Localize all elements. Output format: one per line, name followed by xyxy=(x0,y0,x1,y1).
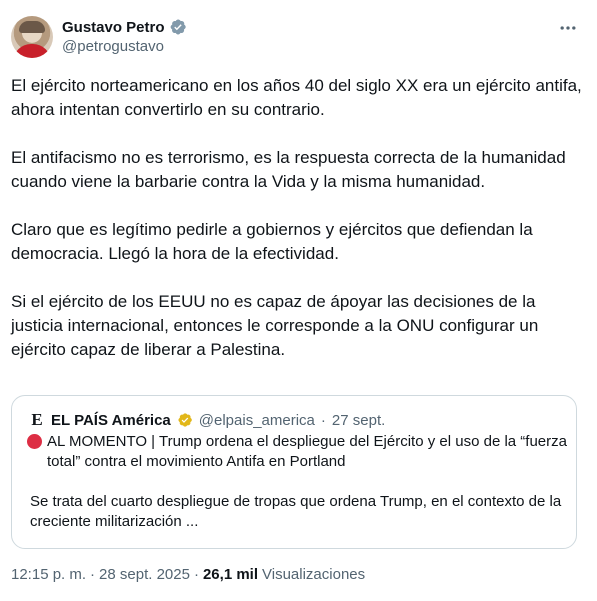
red-circle-icon xyxy=(27,434,42,449)
elpais-logo-icon: E xyxy=(31,410,43,429)
tweet-paragraph: Si el ejército de los EEUU no es capaz d… xyxy=(11,292,539,359)
author-name-row: Gustavo Petro xyxy=(62,17,187,37)
tweet-text: El ejército norteamericano en los años 4… xyxy=(11,74,586,362)
quoted-author-name[interactable]: EL PAÍS América xyxy=(51,412,171,429)
meta-separator: · xyxy=(90,566,96,583)
quoted-author-handle[interactable]: @elpais_america xyxy=(199,412,315,429)
tweet-meta: 12:15 p. m. · 28 sept. 2025 · 26,1 mil V… xyxy=(11,566,365,583)
tweet-date[interactable]: 28 sept. 2025 xyxy=(99,566,190,583)
verified-org-badge-icon xyxy=(177,412,193,428)
tweet-paragraph: El antifacismo no es terrorismo, es la r… xyxy=(11,148,566,191)
quoted-headline: AL MOMENTO | Trump ordena el despliegue … xyxy=(47,433,567,470)
tweet: Gustavo Petro @petrogustavo El ejército … xyxy=(0,0,597,601)
quoted-separator: · xyxy=(320,411,326,429)
quoted-line-1: AL MOMENTO | Trump ordena el despliegue … xyxy=(27,432,572,472)
author-handle[interactable]: @petrogustavo xyxy=(62,38,164,55)
tweet-paragraph: Claro que es legítimo pedirle a gobierno… xyxy=(11,220,533,263)
tweet-time[interactable]: 12:15 p. m. xyxy=(11,566,86,583)
quoted-tweet-header: E EL PAÍS América @elpais_america · 27 s… xyxy=(29,410,385,429)
avatar[interactable] xyxy=(11,16,53,58)
more-options-icon[interactable] xyxy=(557,17,579,39)
quoted-tweet[interactable]: E EL PAÍS América @elpais_america · 27 s… xyxy=(11,395,577,549)
meta-separator-2: · xyxy=(193,566,199,583)
verified-badge-icon[interactable] xyxy=(169,18,187,36)
views-count: 26,1 mil xyxy=(202,566,259,583)
tweet-paragraph: El ejército norteamericano en los años 4… xyxy=(11,76,582,119)
quoted-date[interactable]: 27 sept. xyxy=(332,412,385,429)
quoted-tweet-text: AL MOMENTO | Trump ordena el despliegue … xyxy=(27,432,572,532)
author-name[interactable]: Gustavo Petro xyxy=(62,19,165,36)
views-label: Visualizaciones xyxy=(262,566,366,583)
quoted-summary: Se trata del cuarto despliegue de tropas… xyxy=(30,493,562,530)
